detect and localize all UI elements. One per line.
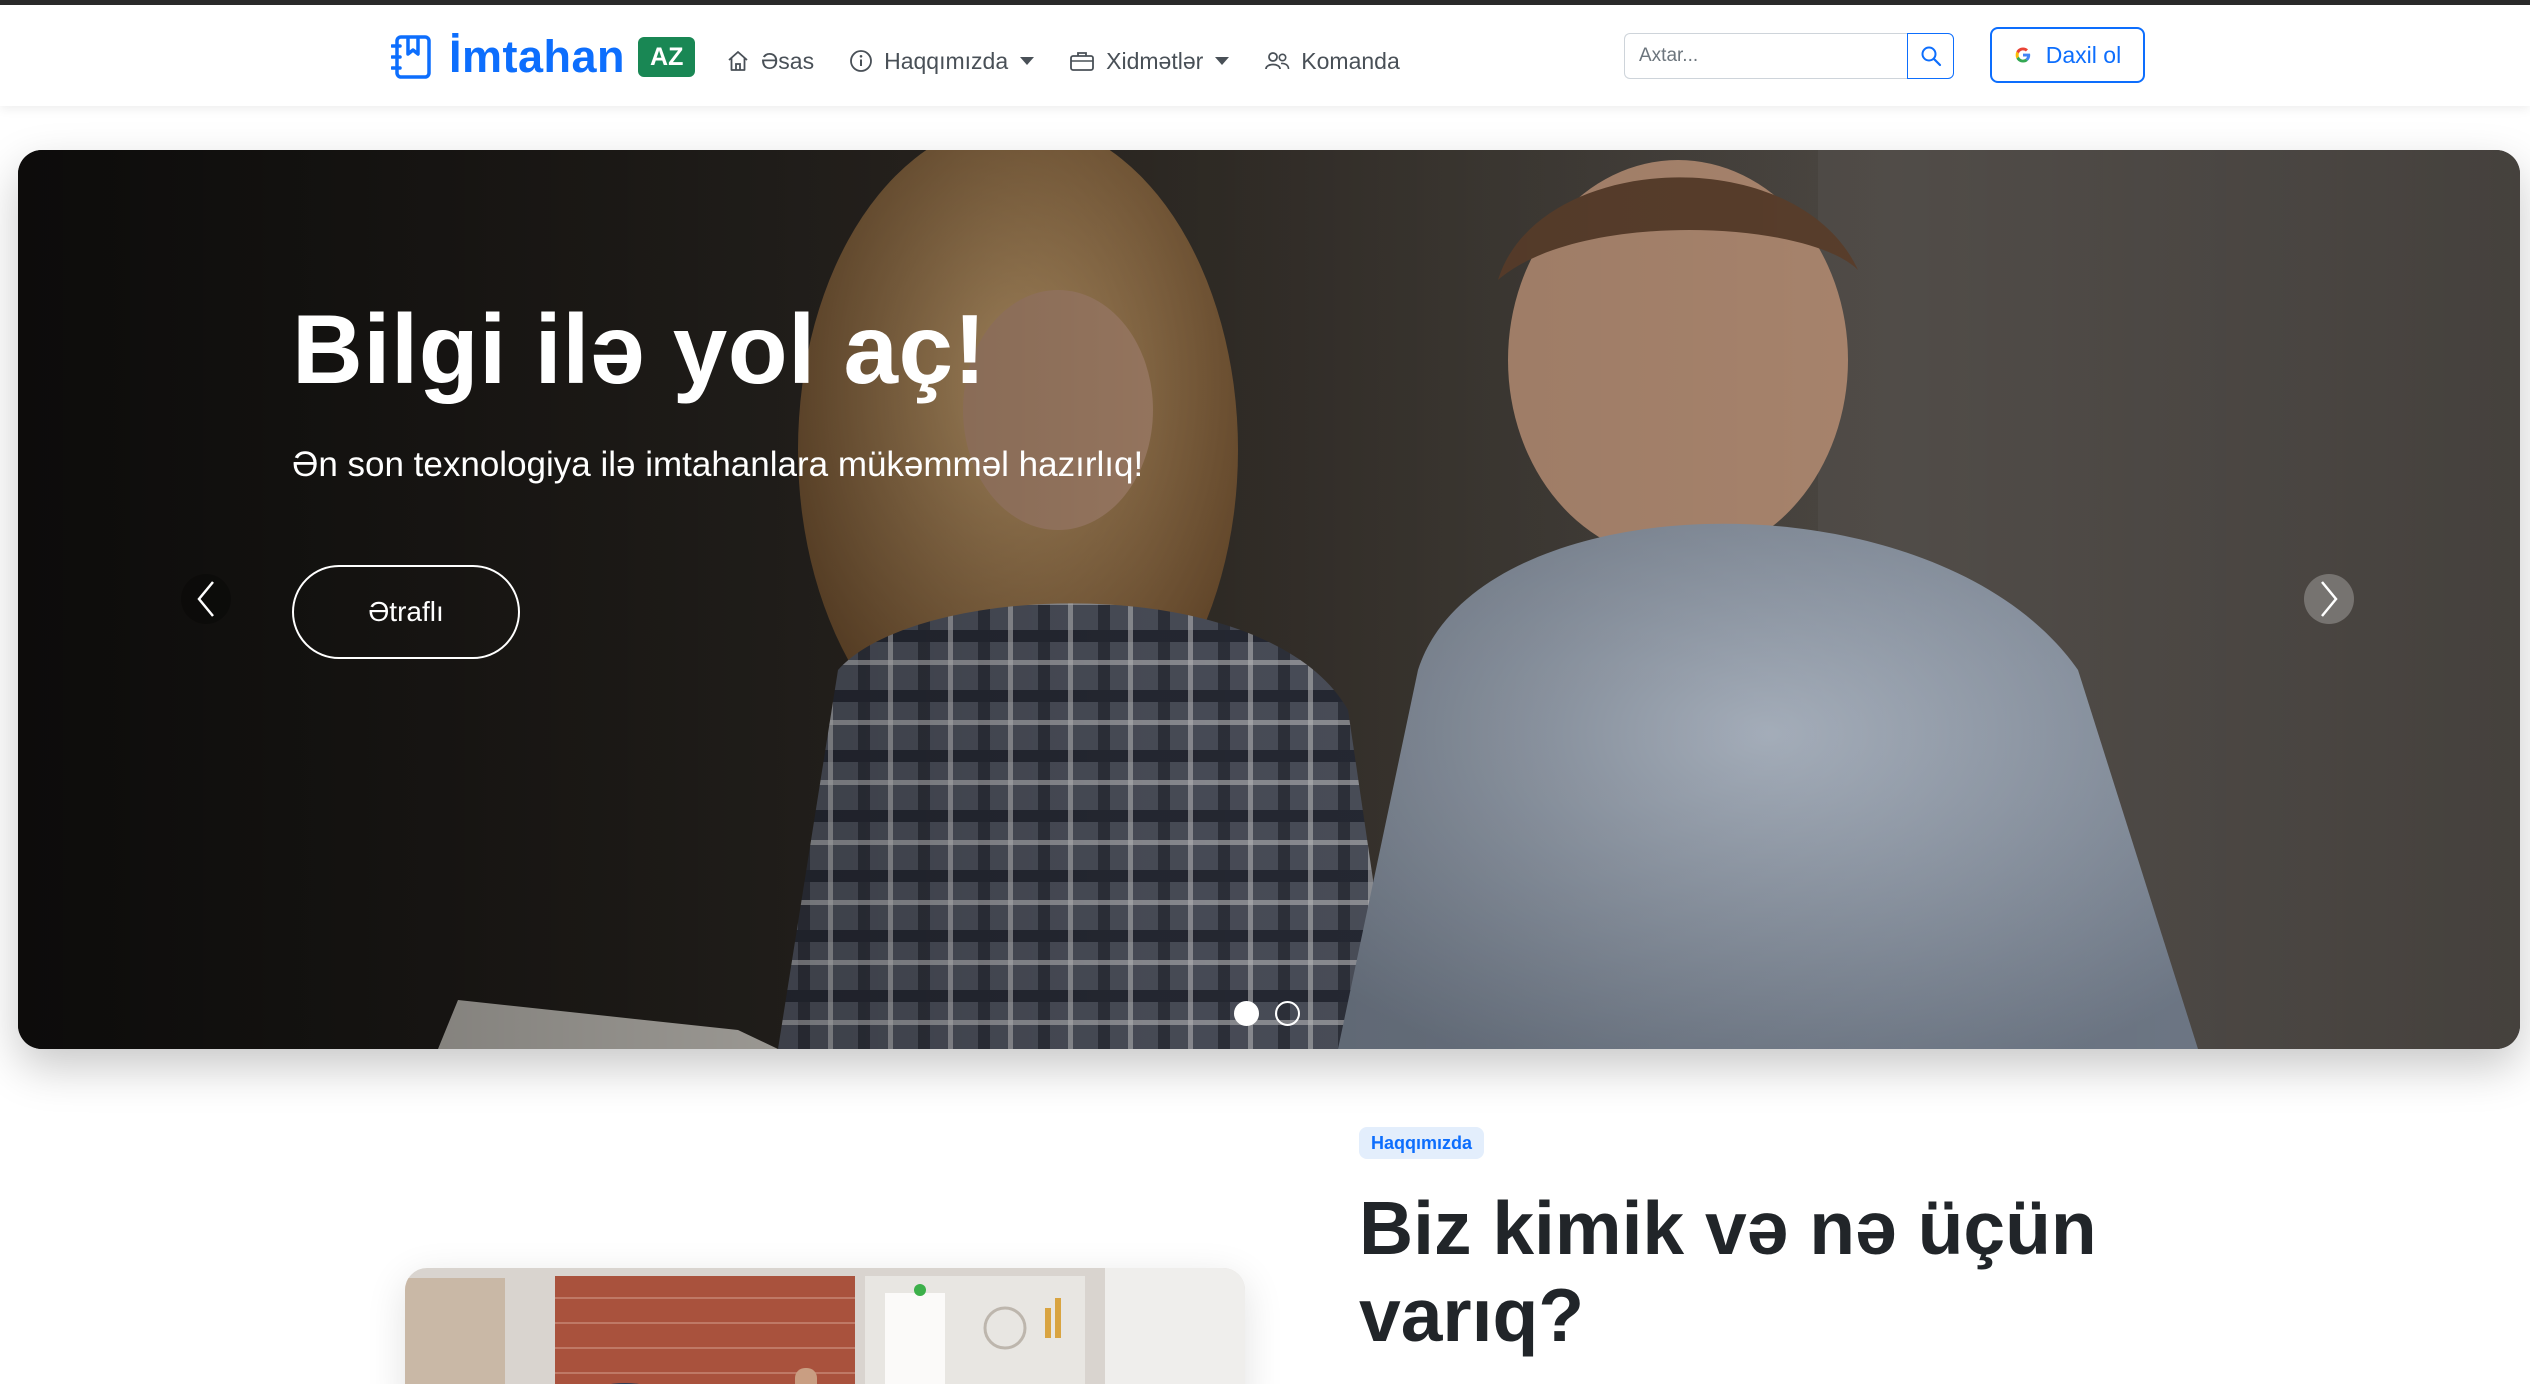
chevron-down-icon: [1215, 57, 1230, 65]
search-icon: [1921, 46, 1941, 67]
search-button[interactable]: [1907, 33, 1954, 79]
carousel-indicators: [1234, 1001, 1316, 1026]
chevron-down-icon: [1020, 57, 1035, 65]
nav-item-label: Xidmətlər: [1106, 47, 1204, 74]
chevron-right-icon: [2321, 581, 2338, 617]
carousel-next-button[interactable]: [2304, 574, 2354, 624]
brand-name: İmtahan: [449, 31, 626, 82]
nav-links: Əsas Haqqımızda Xidmətlər Komanda: [726, 39, 1435, 83]
google-icon: [2015, 47, 2030, 63]
search-input[interactable]: [1624, 33, 1907, 79]
hero-title: Bilgi ilə yol aç!: [292, 294, 987, 404]
nav-item-label: Komanda: [1301, 47, 1400, 74]
carousel-indicator-1[interactable]: [1234, 1001, 1259, 1026]
login-label: Daxil ol: [2045, 41, 2122, 68]
hero-more-button[interactable]: Ətraflı: [292, 565, 520, 659]
search-form: [1624, 33, 1954, 79]
people-icon: [1265, 52, 1290, 70]
nav-item-label: Əsas: [761, 47, 815, 74]
carousel-prev-button[interactable]: [181, 574, 231, 624]
navbar: İmtahan AZ Əsas Haqqımızda Xidmətlər Kom…: [0, 5, 2530, 106]
nav-item-home[interactable]: Əsas: [726, 48, 814, 75]
about-title: Biz kimik və nə üçün varıq?: [1359, 1186, 2097, 1357]
info-icon: [850, 50, 873, 72]
nav-item-team[interactable]: Komanda: [1264, 47, 1400, 75]
hero-carousel: Bilgi ilə yol aç! Ən son texnologiya ilə…: [18, 150, 2520, 1049]
briefcase-icon: [1070, 52, 1095, 71]
nav-item-about[interactable]: Haqqımızda: [849, 47, 1035, 75]
journal-bookmark-icon: [391, 35, 431, 79]
language-badge: AZ: [638, 37, 696, 77]
brand-logo[interactable]: İmtahan AZ: [391, 31, 696, 82]
home-icon: [728, 51, 748, 71]
about-image: [405, 1268, 1245, 1384]
hero-subtitle: Ən son texnologiya ilə imtahanlara mükəm…: [292, 445, 1144, 484]
office-photo: [405, 1268, 1245, 1384]
about-badge: Haqqımızda: [1359, 1127, 1485, 1159]
login-button[interactable]: Daxil ol: [1990, 27, 2145, 83]
chevron-left-icon: [197, 581, 214, 617]
nav-item-services[interactable]: Xidmətlər: [1069, 47, 1230, 75]
carousel-indicator-2[interactable]: [1275, 1001, 1300, 1026]
nav-item-label: Haqqımızda: [884, 47, 1009, 74]
